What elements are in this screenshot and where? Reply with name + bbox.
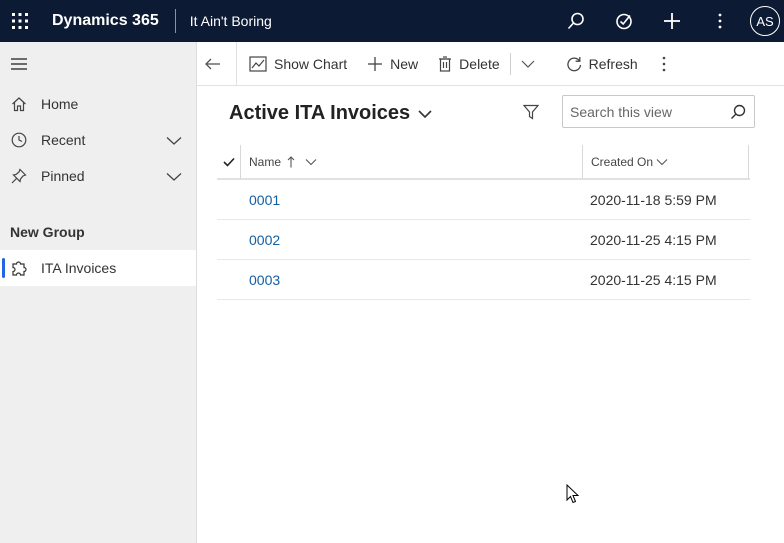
checkmark-icon [222, 157, 235, 167]
puzzle-icon [10, 259, 28, 277]
brand-divider [174, 9, 176, 33]
select-all-checkbox[interactable] [217, 145, 241, 179]
task-flow-button[interactable] [600, 0, 648, 42]
refresh-icon [566, 56, 581, 71]
top-actions: AS [552, 0, 784, 42]
view-selector[interactable]: Active ITA Invoices [229, 102, 432, 125]
hamburger-icon [11, 58, 27, 70]
search-box [562, 95, 755, 128]
arrow-left-icon [205, 58, 220, 69]
top-nav-bar: Dynamics 365 It Ain't Boring AS [0, 0, 784, 42]
edit-filters-button[interactable] [522, 104, 540, 125]
sidebar-item-recent[interactable]: Recent [0, 122, 196, 158]
chevron-down-icon [305, 159, 317, 166]
search-button[interactable] [552, 0, 600, 42]
trash-icon [439, 55, 452, 72]
sidebar-item-label: Recent [41, 132, 86, 148]
plus-icon [368, 56, 383, 71]
table-row[interactable]: 0003 2020-11-25 4:15 PM [217, 260, 750, 300]
column-header-created-on[interactable]: Created On [583, 145, 749, 179]
chevron-down-icon [521, 60, 535, 68]
chart-icon [249, 55, 267, 72]
chevron-down-icon[interactable] [166, 169, 182, 185]
search-button[interactable] [730, 104, 746, 125]
back-button[interactable] [197, 41, 237, 86]
more-vertical-icon [718, 13, 722, 29]
sidebar-item-label: Home [41, 96, 79, 112]
record-created-on: 2020-11-18 5:59 PM [590, 191, 717, 208]
sitemap-toggle-button[interactable] [0, 42, 196, 86]
chevron-down-icon [418, 109, 432, 118]
record-created-on: 2020-11-25 4:15 PM [590, 271, 717, 288]
more-commands-button[interactable] [648, 42, 687, 86]
quick-create-button[interactable] [648, 0, 696, 42]
search-icon [731, 104, 746, 119]
main-content: Active ITA Invoices Name Created On [197, 86, 784, 543]
delete-button[interactable]: Delete [428, 42, 509, 86]
view-title: Active ITA Invoices [229, 102, 411, 124]
mouse-cursor-icon [566, 483, 580, 509]
grid-header: Name Created On [217, 145, 750, 180]
record-created-on: 2020-11-25 4:15 PM [590, 231, 717, 248]
waffle-icon [12, 13, 28, 29]
records-grid: Name Created On 0001 2020-11-18 5:59 PM … [217, 145, 750, 300]
command-bar: Show Chart New Delete Refresh [197, 41, 784, 86]
refresh-button[interactable]: Refresh [556, 42, 648, 86]
search-icon [567, 12, 584, 30]
search-input[interactable] [570, 103, 720, 120]
show-chart-button[interactable]: Show Chart [237, 42, 357, 86]
app-name[interactable]: It Ain't Boring [190, 13, 272, 29]
new-button[interactable]: New [357, 42, 428, 86]
sidebar-item-ita-invoices[interactable]: ITA Invoices [0, 250, 196, 286]
show-chart-label: Show Chart [274, 55, 348, 72]
user-avatar[interactable]: AS [750, 6, 780, 36]
column-header-label: Created On [591, 155, 654, 169]
record-name-link[interactable]: 0001 [241, 192, 583, 208]
sort-ascending-icon [287, 156, 295, 168]
column-header-name[interactable]: Name [241, 145, 583, 179]
record-name-link[interactable]: 0002 [241, 232, 583, 248]
sidebar-item-pinned[interactable]: Pinned [0, 158, 196, 194]
record-name-link[interactable]: 0003 [241, 272, 583, 288]
task-check-icon [616, 13, 632, 30]
sidebar-item-home[interactable]: Home [0, 86, 196, 122]
chevron-down-icon[interactable] [166, 133, 182, 149]
brand-title[interactable]: Dynamics 365 [52, 12, 159, 30]
filter-icon [522, 104, 540, 120]
table-row[interactable]: 0001 2020-11-18 5:59 PM [217, 180, 750, 220]
plus-icon [664, 13, 680, 29]
chevron-down-icon [656, 159, 668, 166]
clock-icon [10, 131, 28, 149]
delete-options-dropdown[interactable] [511, 42, 556, 86]
sidebar-item-label: Pinned [41, 168, 85, 184]
sitemap-sidebar: Home Recent Pinned New Group ITA Invoice… [0, 42, 197, 543]
column-header-label: Name [249, 155, 282, 169]
refresh-label: Refresh [588, 55, 638, 72]
app-launcher-button[interactable] [0, 0, 40, 42]
new-label: New [390, 55, 419, 72]
pin-icon [10, 167, 28, 185]
sidebar-item-label: ITA Invoices [41, 260, 117, 276]
delete-label: Delete [459, 55, 500, 72]
home-icon [10, 95, 28, 113]
sidebar-group-title: New Group [10, 224, 85, 240]
more-options-button[interactable] [696, 0, 744, 42]
more-vertical-icon [662, 56, 665, 71]
table-row[interactable]: 0002 2020-11-25 4:15 PM [217, 220, 750, 260]
